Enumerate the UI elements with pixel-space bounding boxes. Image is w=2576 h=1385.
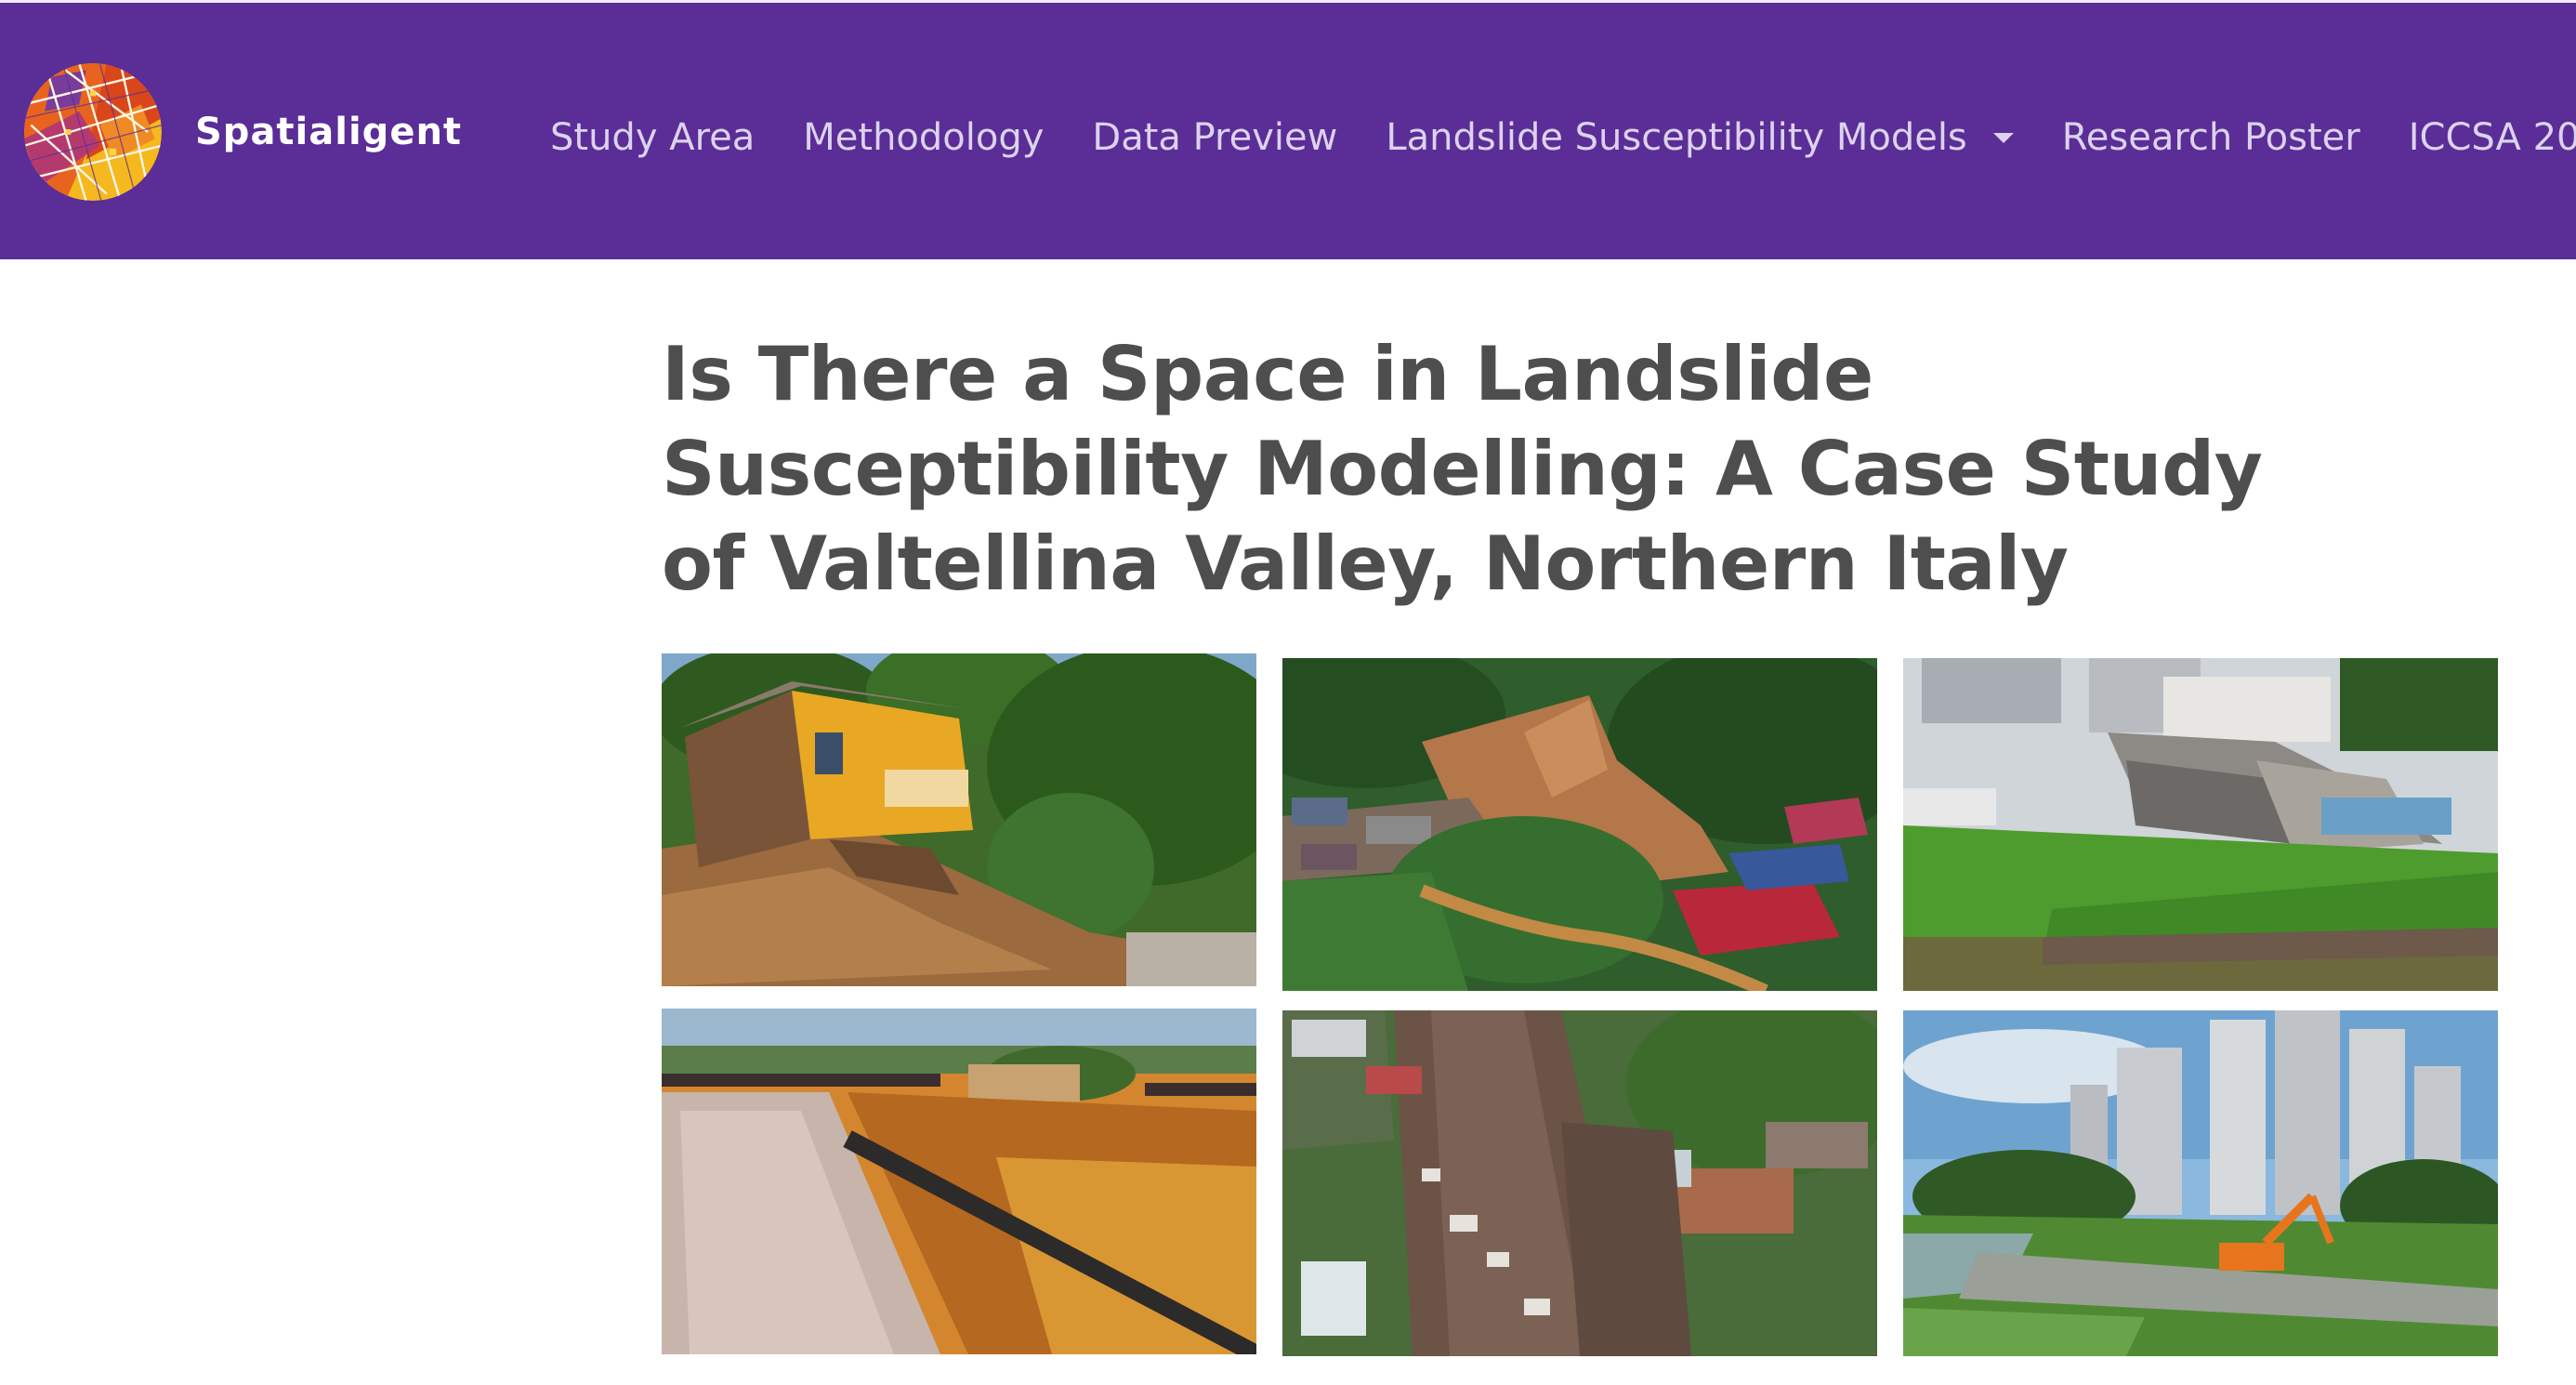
photo-mudslide-village bbox=[1282, 658, 1877, 991]
nav-iccsa-2024[interactable]: ICCSA 2024 bbox=[2409, 116, 2576, 159]
nav-landslide-models-dropdown[interactable]: Landslide Susceptibility Models bbox=[1386, 116, 2014, 159]
nav-landslide-models-label: Landslide Susceptibility Models bbox=[1386, 116, 1967, 159]
nav-research-poster[interactable]: Research Poster bbox=[2062, 116, 2360, 159]
photo-debris-flow-aerial bbox=[1282, 1010, 1877, 1356]
main-nav: Study Area Methodology Data Preview Land… bbox=[550, 96, 2576, 179]
nav-data-preview[interactable]: Data Preview bbox=[1092, 116, 1337, 159]
top-navbar: Spatialigent Study Area Methodology Data… bbox=[0, 0, 2576, 259]
nav-study-area[interactable]: Study Area bbox=[550, 116, 755, 159]
brand-name: Spatialigent bbox=[195, 111, 463, 153]
photo-highrise-excavator bbox=[1903, 1010, 2498, 1356]
photo-collapsed-house bbox=[662, 653, 1256, 986]
spatialigent-logo-icon bbox=[24, 63, 162, 201]
caret-down-icon bbox=[1992, 132, 2014, 143]
photo-landslide-crowd-pipe bbox=[662, 1009, 1256, 1354]
nav-methodology[interactable]: Methodology bbox=[803, 116, 1044, 159]
photo-collapsed-slope-urban bbox=[1903, 658, 2498, 991]
page-title: Is There a Space in Landslide Susceptibi… bbox=[662, 331, 2263, 607]
brand-link[interactable]: Spatialigent bbox=[24, 62, 462, 202]
